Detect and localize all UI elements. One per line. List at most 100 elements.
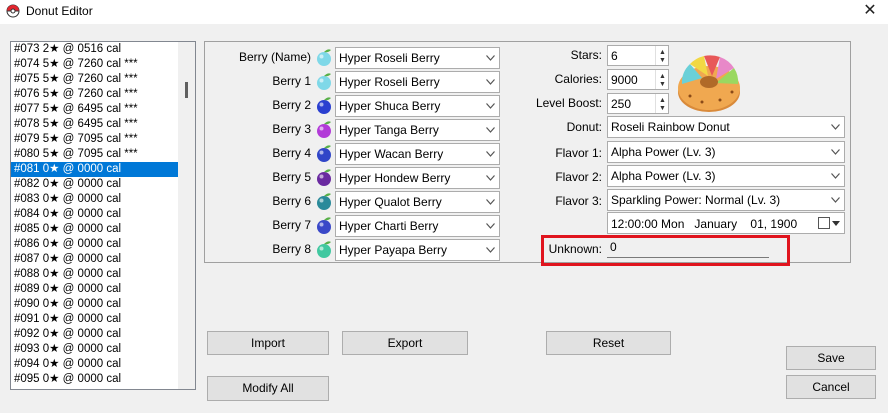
berry-label: Berry 5	[272, 170, 311, 184]
window-title: Donut Editor	[26, 4, 93, 18]
berry-select-value: Hyper Charti Berry	[339, 219, 439, 233]
berry-row: Berry 3 Hyper Tanga Berry	[205, 118, 505, 142]
flavor2-select-value: Alpha Power (Lv. 3)	[611, 169, 716, 183]
list-item[interactable]: #094 0★ @ 0000 cal	[11, 357, 178, 372]
flavor1-select[interactable]: Alpha Power (Lv. 3)	[607, 141, 845, 163]
save-button[interactable]: Save	[786, 346, 876, 370]
charti-berry-icon	[317, 217, 331, 234]
calories-spinner[interactable]: 9000 ▲ ▼	[607, 69, 669, 90]
roseli-berry-icon	[317, 73, 331, 90]
roseli-berry-icon	[317, 49, 331, 66]
level-boost-spin-arrows[interactable]: ▲ ▼	[655, 94, 668, 113]
berry-label: Berry 4	[272, 146, 311, 160]
list-item[interactable]: #086 0★ @ 0000 cal	[11, 237, 178, 252]
chevron-down-icon	[831, 197, 840, 203]
list-item[interactable]: #076 5★ @ 7260 cal ***	[11, 87, 178, 102]
chevron-down-icon	[486, 223, 495, 229]
flavor1-select-value: Alpha Power (Lv. 3)	[611, 145, 716, 159]
berry-label: Berry 7	[272, 218, 311, 232]
berry-label: Berry (Name)	[238, 50, 311, 64]
level-boost-spinner[interactable]: 250 ▲ ▼	[607, 93, 669, 114]
list-item[interactable]: #080 5★ @ 7095 cal ***	[11, 147, 178, 162]
berry-row: Berry 4 Hyper Wacan Berry	[205, 142, 505, 166]
payapa-berry-icon	[317, 241, 331, 258]
flavor1-label: Flavor 1:	[555, 146, 602, 160]
list-item[interactable]: #090 0★ @ 0000 cal	[11, 297, 178, 312]
list-item[interactable]: #077 5★ @ 6495 cal ***	[11, 102, 178, 117]
berry-row: Berry 2 Hyper Shuca Berry	[205, 94, 505, 118]
list-item[interactable]: #089 0★ @ 0000 cal	[11, 282, 178, 297]
modify-all-button[interactable]: Modify All	[207, 376, 329, 401]
title-bar: Donut Editor ✕	[0, 0, 888, 24]
wacan-berry-icon	[317, 145, 331, 162]
list-item[interactable]: #087 0★ @ 0000 cal	[11, 252, 178, 267]
flavor2-select[interactable]: Alpha Power (Lv. 3)	[607, 165, 845, 187]
berry-select[interactable]: Hyper Hondew Berry	[335, 167, 500, 189]
rainbow-donut-icon	[678, 55, 740, 112]
tanga-berry-icon	[317, 121, 331, 138]
berry-row: Berry 8 Hyper Payapa Berry	[205, 238, 505, 262]
berry-select[interactable]: Hyper Charti Berry	[335, 215, 500, 237]
unknown-field[interactable]: 0	[607, 238, 769, 258]
list-item[interactable]: #082 0★ @ 0000 cal	[11, 177, 178, 192]
berry-select[interactable]: Hyper Roseli Berry	[335, 47, 500, 69]
berry-select[interactable]: Hyper Qualot Berry	[335, 191, 500, 213]
donut-label: Donut:	[566, 120, 602, 134]
reset-button[interactable]: Reset	[546, 331, 671, 355]
stars-spinner[interactable]: 6 ▲ ▼	[607, 45, 669, 66]
list-item[interactable]: #083 0★ @ 0000 cal	[11, 192, 178, 207]
berry-select[interactable]: Hyper Wacan Berry	[335, 143, 500, 165]
donut-select[interactable]: Roseli Rainbow Donut	[607, 116, 845, 138]
berry-select[interactable]: Hyper Shuca Berry	[335, 95, 500, 117]
berry-select-value: Hyper Qualot Berry	[339, 195, 442, 209]
list-item[interactable]: #078 5★ @ 6495 cal ***	[11, 117, 178, 132]
timestamp-value: 12:00:00 Mon January 01, 1900	[611, 217, 798, 231]
timestamp-picker[interactable]: 12:00:00 Mon January 01, 1900	[607, 212, 845, 234]
berry-select-value: Hyper Roseli Berry	[339, 51, 440, 65]
list-item[interactable]: #095 0★ @ 0000 cal	[11, 372, 178, 387]
berry-select[interactable]: Hyper Roseli Berry	[335, 71, 500, 93]
flavor3-select[interactable]: Sparkling Power: Normal (Lv. 3)	[607, 189, 845, 211]
shuca-berry-icon	[317, 97, 331, 114]
flavor3-select-value: Sparkling Power: Normal (Lv. 3)	[611, 193, 781, 207]
berry-select-value: Hyper Wacan Berry	[339, 147, 444, 161]
berry-select-value: Hyper Payapa Berry	[339, 243, 448, 257]
list-scroll-thumb[interactable]	[185, 82, 188, 98]
level-boost-value: 250	[611, 97, 632, 111]
list-item[interactable]: #091 0★ @ 0000 cal	[11, 312, 178, 327]
list-item[interactable]: #075 5★ @ 7260 cal ***	[11, 72, 178, 87]
berry-select[interactable]: Hyper Tanga Berry	[335, 119, 500, 141]
berry-label: Berry 6	[272, 194, 311, 208]
stars-label: Stars:	[570, 48, 602, 62]
calories-spin-arrows[interactable]: ▲ ▼	[655, 70, 668, 89]
calories-value: 9000	[611, 73, 638, 87]
berry-row: Berry 6 Hyper Qualot Berry	[205, 190, 505, 214]
list-item[interactable]: #088 0★ @ 0000 cal	[11, 267, 178, 282]
list-item[interactable]: #084 0★ @ 0000 cal	[11, 207, 178, 222]
chevron-down-icon	[831, 149, 840, 155]
calendar-dropdown-icon[interactable]	[818, 217, 840, 230]
berry-row: Berry 5 Hyper Hondew Berry	[205, 166, 505, 190]
list-item[interactable]: #085 0★ @ 0000 cal	[11, 222, 178, 237]
close-button[interactable]: ✕	[858, 2, 882, 22]
list-item[interactable]: #073 2★ @ 0516 cal	[11, 42, 178, 57]
export-button[interactable]: Export	[342, 331, 468, 355]
hondew-berry-icon	[317, 169, 331, 186]
import-button[interactable]: Import	[207, 331, 329, 355]
list-scrollbar[interactable]	[178, 42, 195, 389]
berry-label: Berry 2	[272, 98, 311, 112]
list-item[interactable]: #079 5★ @ 7095 cal ***	[11, 132, 178, 147]
donut-list[interactable]: #073 2★ @ 0516 cal #074 5★ @ 7260 cal ***…	[10, 41, 196, 390]
list-item[interactable]: #074 5★ @ 7260 cal ***	[11, 57, 178, 72]
berry-select-value: Hyper Roseli Berry	[339, 75, 440, 89]
list-item[interactable]: #081 0★ @ 0000 cal	[11, 162, 178, 177]
cancel-button[interactable]: Cancel	[786, 375, 876, 399]
stars-value: 6	[611, 49, 618, 63]
stars-spin-arrows[interactable]: ▲ ▼	[655, 46, 668, 65]
list-item[interactable]: #092 0★ @ 0000 cal	[11, 327, 178, 342]
chevron-down-icon	[831, 173, 840, 179]
flavor2-label: Flavor 2:	[555, 170, 602, 184]
qualot-berry-icon	[317, 193, 331, 210]
list-item[interactable]: #093 0★ @ 0000 cal	[11, 342, 178, 357]
berry-select[interactable]: Hyper Payapa Berry	[335, 239, 500, 261]
